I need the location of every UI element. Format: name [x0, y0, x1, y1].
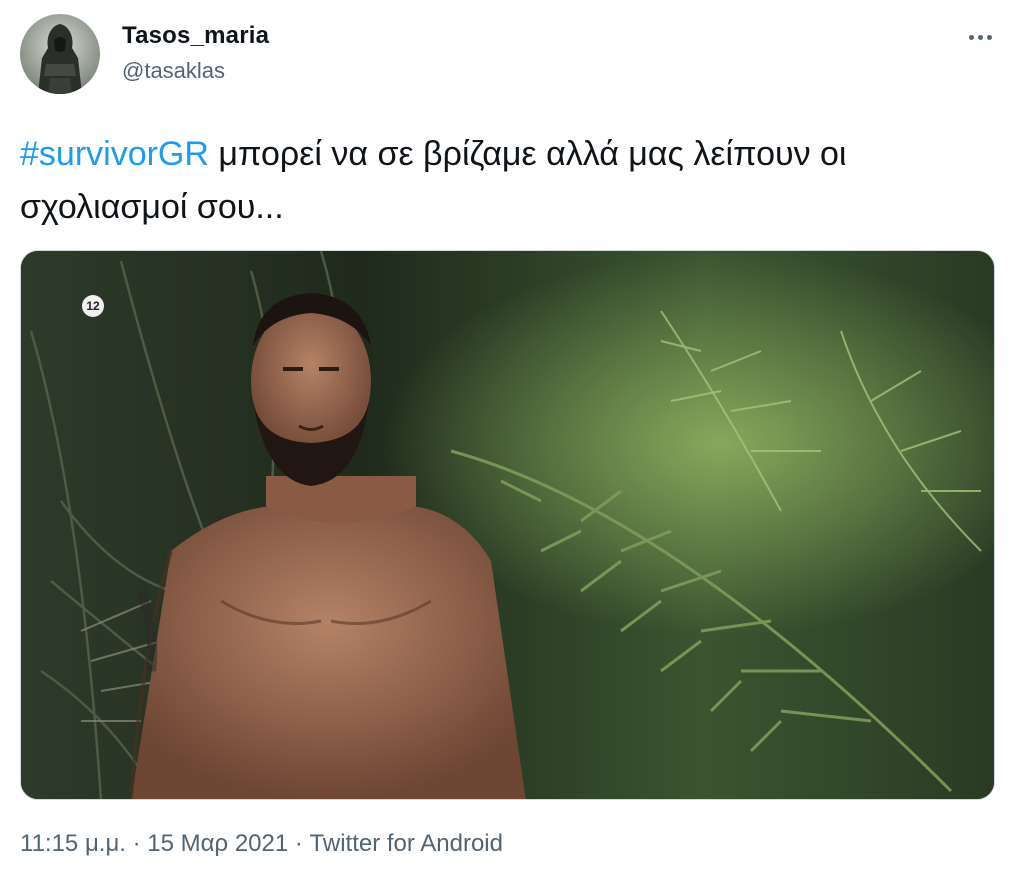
more-dot: [977, 34, 983, 40]
more-dot: [968, 34, 974, 40]
tweet-source[interactable]: Twitter for Android: [310, 830, 503, 857]
tweet-metadata: 11:15 μ.μ. · 15 Μαρ 2021 · Twitter for A…: [20, 830, 503, 858]
author-handle[interactable]: @tasaklas: [122, 58, 225, 84]
more-dot: [986, 34, 992, 40]
tweet-date[interactable]: 15 Μαρ 2021: [147, 830, 288, 857]
hashtag-link[interactable]: #survivorGR: [20, 135, 209, 173]
hooded-assassin-avatar-icon: [20, 14, 100, 94]
tweet-media-image[interactable]: 12: [20, 250, 995, 800]
meta-separator: ·: [288, 830, 310, 857]
age-rating-badge: 12: [82, 295, 104, 317]
jungle-man-photo: [21, 251, 994, 799]
meta-separator: ·: [125, 830, 148, 857]
tweet-text: #survivorGR μπορεί να σε βρίζαμε αλλά μα…: [20, 128, 1005, 234]
author-display-name[interactable]: Tasos_maria: [122, 22, 269, 50]
author-avatar[interactable]: [20, 14, 100, 94]
tweet-time[interactable]: 11:15 μ.μ.: [20, 830, 126, 857]
more-horizontal-icon[interactable]: [962, 24, 998, 50]
